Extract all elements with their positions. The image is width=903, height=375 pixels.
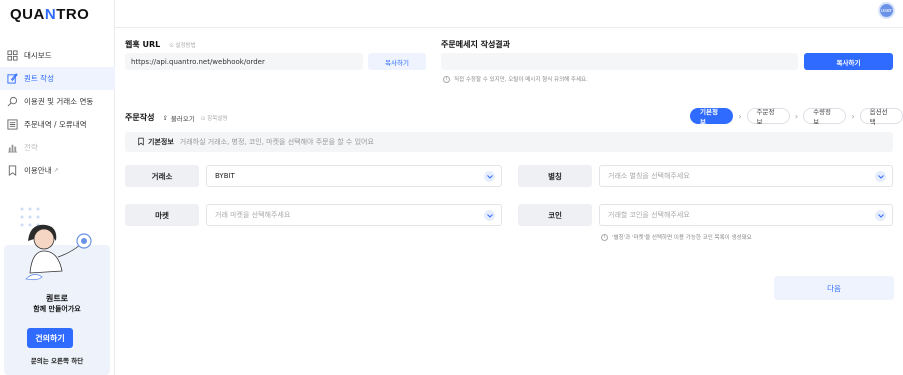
person-illustration bbox=[20, 207, 92, 281]
bookmark-icon bbox=[137, 137, 145, 148]
basic-info-desc: 거래하실 거래소, 병정, 코인, 마켓을 선택해야 주문을 할 수 있어요 bbox=[179, 138, 374, 146]
edit-icon bbox=[6, 73, 19, 84]
sidebar-item-label: 이용안내 bbox=[24, 166, 52, 175]
sidebar-item-orders[interactable]: 주문내역 / 오류내역 bbox=[0, 113, 115, 136]
message-result-field[interactable] bbox=[441, 53, 798, 70]
chevron-down-icon bbox=[484, 171, 495, 182]
logo[interactable]: QUANTRO bbox=[10, 6, 89, 23]
webhook-help-text: 설정방법 bbox=[175, 43, 196, 49]
webhook-url-field[interactable]: https://api.quantro.net/webhook/order bbox=[125, 53, 363, 70]
topbar: user bbox=[115, 0, 903, 28]
order-title: 주문작성 bbox=[125, 113, 155, 122]
step-options[interactable]: 옵션선택 bbox=[859, 108, 903, 126]
basic-info-bar: 기본정보 거래하실 거래소, 병정, 코인, 마켓을 선택해야 주문을 할 수 … bbox=[125, 132, 893, 152]
sidebar-item-label: 전략 bbox=[24, 143, 38, 152]
webhook-label: 웹훅 URL ⊙ 설정방법 bbox=[125, 39, 196, 50]
load-button[interactable]: ⇪ 불러오기 bbox=[162, 113, 194, 123]
info-icon: i bbox=[443, 75, 450, 83]
exchange-value: BYBIT bbox=[215, 172, 235, 180]
order-section-header: 주문작성 ⇪ 불러오기 ⊙ 항목설명 bbox=[125, 112, 227, 123]
sidebar-item-guide[interactable]: 이용안내 ↗ bbox=[0, 159, 115, 182]
order-help-text: 항목설명 bbox=[207, 115, 228, 122]
feedback-button[interactable]: 건의하기 bbox=[27, 328, 73, 348]
load-button-label: 불러오기 bbox=[170, 114, 195, 123]
message-result-label: 주문메세지 작성결과 bbox=[441, 40, 511, 49]
coin-label: 코인 bbox=[518, 204, 592, 226]
market-select[interactable]: 거래 마켓을 선택해주세요 bbox=[206, 204, 502, 226]
chevron-down-icon bbox=[484, 210, 495, 221]
sidebar-item-label: 이용권 및 거래소 연동 bbox=[24, 97, 94, 106]
sidebar-item-label: 주문내역 / 오류내역 bbox=[24, 120, 87, 129]
sidebar-item-quant-create[interactable]: 퀀트 작성 bbox=[0, 67, 115, 90]
chevron-right-icon: › bbox=[851, 111, 855, 121]
chevron-down-icon bbox=[875, 171, 886, 182]
order-help-link[interactable]: ⊙ 항목설명 bbox=[201, 114, 228, 122]
promo-title: 퀀트로 bbox=[45, 294, 69, 303]
coin-note: i '별칭'과 '마켓'을 선택하면 이용 가능한 코인 목록이 생성돼요 bbox=[601, 233, 752, 241]
import-icon: ⇪ bbox=[162, 113, 168, 122]
chart-icon bbox=[6, 142, 19, 153]
next-button[interactable]: 다음 bbox=[774, 276, 894, 300]
step-order-info[interactable]: 주문정보 bbox=[746, 108, 790, 126]
chevron-right-icon: › bbox=[794, 111, 799, 121]
sidebar: QUANTRO 대시보드 퀀트 작성 이용권 및 거래소 연동 주문내역 / 오… bbox=[0, 0, 115, 375]
coin-note-text: '별칭'과 '마켓'을 선택하면 이용 가능한 코인 목록이 생성돼요 bbox=[612, 235, 752, 241]
sidebar-item-label: 퀀트 작성 bbox=[24, 74, 54, 83]
message-note-text: 직접 수정할 수 있지만, 오탈이 메시지 형식 유의해 주세요. bbox=[454, 77, 588, 83]
sidebar-item-label: 대시보드 bbox=[24, 51, 52, 60]
sidebar-item-dashboard[interactable]: 대시보드 bbox=[0, 44, 115, 67]
chevron-down-icon bbox=[875, 210, 886, 221]
exchange-select[interactable]: BYBIT bbox=[206, 165, 502, 187]
basic-info-title: 기본정보 bbox=[148, 138, 174, 146]
external-link-icon: ↗ bbox=[53, 167, 59, 174]
promo-subtitle: 함께 만들어가요 bbox=[33, 305, 81, 313]
info-icon: i bbox=[601, 233, 608, 241]
coin-select[interactable]: 거래할 코인을 선택해주세요 bbox=[599, 204, 893, 226]
promo-footer: 문의는 오른쪽 하단 bbox=[30, 357, 84, 365]
key-icon bbox=[6, 96, 19, 107]
nickname-label: 별칭 bbox=[518, 165, 592, 187]
step-quantity-info[interactable]: 수량정보 bbox=[803, 108, 847, 126]
webhook-label-text: 웹훅 URL bbox=[125, 40, 161, 49]
feedback-promo: 퀀트로 함께 만들어가요 건의하기 문의는 오른쪽 하단 bbox=[4, 195, 110, 375]
user-avatar[interactable]: user bbox=[878, 2, 895, 19]
bookmark-icon bbox=[6, 165, 19, 176]
chevron-right-icon: › bbox=[738, 111, 742, 121]
sidebar-item-strategy: 전략 bbox=[0, 136, 115, 159]
market-placeholder: 거래 마켓을 선택해주세요 bbox=[215, 211, 291, 219]
dashboard-icon bbox=[6, 50, 19, 61]
list-icon bbox=[6, 119, 19, 130]
sidebar-item-exchange-link[interactable]: 이용권 및 거래소 연동 bbox=[0, 90, 115, 113]
nickname-select[interactable]: 거래소 별칭을 선택해주세요 bbox=[599, 165, 893, 187]
nickname-placeholder: 거래소 별칭을 선택해주세요 bbox=[608, 172, 690, 180]
coin-placeholder: 거래할 코인을 선택해주세요 bbox=[608, 211, 690, 219]
step-indicator: 기본정보 › 주문정보 › 수량정보 › 옵션선택 bbox=[690, 108, 903, 126]
message-note: i 직접 수정할 수 있지만, 오탈이 메시지 형식 유의해 주세요. bbox=[443, 75, 588, 83]
logo-mark: N bbox=[44, 6, 57, 23]
step-basic-info[interactable]: 기본정보 bbox=[690, 108, 734, 126]
webhook-copy-button[interactable]: 복사하기 bbox=[368, 53, 426, 70]
market-label: 마켓 bbox=[125, 204, 199, 226]
message-copy-button[interactable]: 복사하기 bbox=[804, 53, 893, 70]
webhook-help-link[interactable]: ⊙ 설정방법 bbox=[169, 43, 196, 49]
exchange-label: 거래소 bbox=[125, 165, 199, 187]
main-content: 웹훅 URL ⊙ 설정방법 https://api.quantro.net/we… bbox=[115, 28, 903, 375]
sidebar-nav: 대시보드 퀀트 작성 이용권 및 거래소 연동 주문내역 / 오류내역 전략 이… bbox=[0, 44, 115, 182]
